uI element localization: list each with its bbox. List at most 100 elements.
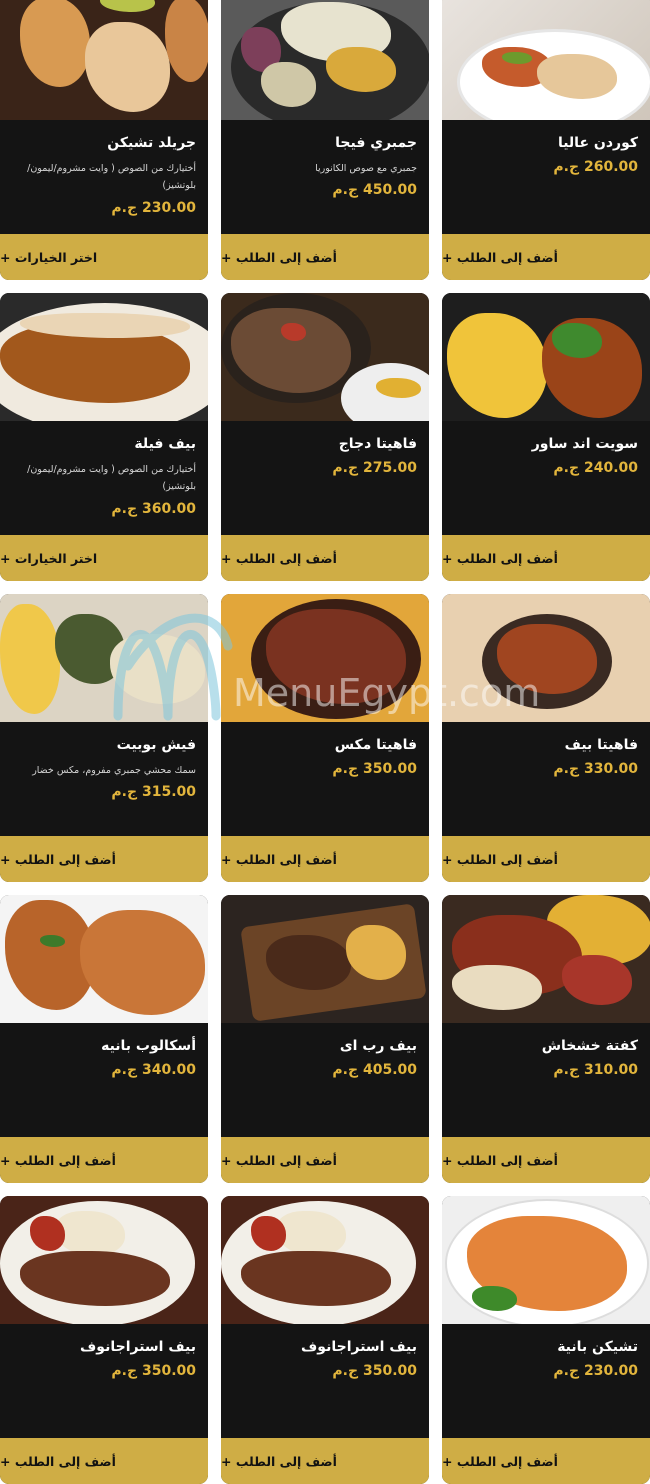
dish-photo[interactable] bbox=[442, 293, 650, 421]
add-to-order-button[interactable]: أضف إلى الطلب + bbox=[221, 1137, 429, 1183]
dish-name[interactable]: كوردن عاليا bbox=[452, 135, 638, 151]
menu-item-card: جمبري فيجا جمبري مع صوص الكانوريا 450.00 ج… bbox=[221, 0, 429, 280]
add-to-order-button[interactable]: أضف إلى الطلب + bbox=[442, 836, 650, 882]
dish-name[interactable]: فاهيتا مكس bbox=[231, 737, 417, 753]
price-value: 260.00 bbox=[583, 159, 638, 175]
price-value: 340.00 bbox=[141, 1062, 196, 1078]
dish-name[interactable]: فاهيتا بيف bbox=[452, 737, 638, 753]
dish-name[interactable]: فيش بوبيت bbox=[10, 737, 196, 753]
dish-description: جمبري مع صوص الكانوريا bbox=[315, 163, 417, 174]
button-label: أضف إلى الطلب + bbox=[221, 550, 337, 566]
price-currency: ج.م bbox=[111, 501, 138, 517]
button-label: أضف إلى الطلب + bbox=[442, 249, 558, 265]
dish-name[interactable]: سويت اند ساور bbox=[452, 436, 638, 452]
menu-grid: كوردن عاليا 260.00 ج.م أضف إلى الطلب + جمب… bbox=[0, 0, 650, 1484]
menu-item-card: سويت اند ساور 240.00 ج.م أضف إلى الطلب + bbox=[442, 293, 650, 581]
menu-item-card: بيف استراجانوف 350.00 ج.م أضف إلى الطلب + bbox=[0, 1196, 208, 1484]
add-to-order-button[interactable]: أضف إلى الطلب + bbox=[442, 1438, 650, 1484]
add-to-order-button[interactable]: أضف إلى الطلب + bbox=[0, 1137, 208, 1183]
dish-name[interactable]: بيف فيلة bbox=[10, 436, 196, 452]
price-value: 330.00 bbox=[583, 761, 638, 777]
add-to-order-button[interactable]: أضف إلى الطلب + bbox=[221, 535, 429, 581]
button-label: أضف إلى الطلب + bbox=[442, 1453, 558, 1469]
dish-photo[interactable] bbox=[0, 293, 208, 421]
dish-price: 240.00 ج.م bbox=[553, 460, 638, 476]
dish-photo[interactable] bbox=[221, 594, 429, 722]
price-value: 350.00 bbox=[141, 1363, 196, 1379]
dish-description: سمك محشي جمبري مفروم، مكس خضار bbox=[32, 765, 196, 776]
add-to-order-button[interactable]: أضف إلى الطلب + bbox=[221, 1438, 429, 1484]
dish-photo[interactable] bbox=[221, 1196, 429, 1324]
price-currency: ج.م bbox=[332, 761, 359, 777]
price-currency: ج.م bbox=[111, 1363, 138, 1379]
price-currency: ج.م bbox=[332, 460, 359, 476]
dish-photo[interactable] bbox=[0, 1196, 208, 1324]
button-label: أضف إلى الطلب + bbox=[442, 550, 558, 566]
price-value: 350.00 bbox=[362, 761, 417, 777]
add-to-order-button[interactable]: أضف إلى الطلب + bbox=[442, 1137, 650, 1183]
price-value: 275.00 bbox=[362, 460, 417, 476]
price-currency: ج.م bbox=[553, 761, 580, 777]
add-to-order-button[interactable]: أضف إلى الطلب + bbox=[221, 836, 429, 882]
dish-photo[interactable] bbox=[442, 594, 650, 722]
dish-price: 360.00 ج.م bbox=[111, 501, 196, 517]
price-value: 360.00 bbox=[141, 501, 196, 517]
dish-name[interactable]: بيف استراجانوف bbox=[10, 1339, 196, 1355]
dish-photo[interactable] bbox=[221, 895, 429, 1023]
dish-name[interactable]: أسكالوب بانيه bbox=[10, 1038, 196, 1054]
dish-name[interactable]: بيف رب اى bbox=[231, 1038, 417, 1054]
menu-item-card: بيف رب اى 405.00 ج.م أضف إلى الطلب + bbox=[221, 895, 429, 1183]
dish-price: 230.00 ج.م bbox=[111, 200, 196, 216]
add-to-order-button[interactable]: أضف إلى الطلب + bbox=[442, 234, 650, 280]
dish-name[interactable]: فاهيتا دجاج bbox=[231, 436, 417, 452]
dish-photo[interactable] bbox=[442, 895, 650, 1023]
price-value: 230.00 bbox=[583, 1363, 638, 1379]
dish-name[interactable]: كفتة خشخاش bbox=[452, 1038, 638, 1054]
price-value: 315.00 bbox=[141, 784, 196, 800]
dish-price: 310.00 ج.م bbox=[553, 1062, 638, 1078]
price-value: 230.00 bbox=[141, 200, 196, 216]
button-label: أضف إلى الطلب + bbox=[442, 1152, 558, 1168]
dish-photo[interactable] bbox=[0, 0, 208, 120]
price-currency: ج.م bbox=[111, 784, 138, 800]
button-label: أضف إلى الطلب + bbox=[221, 249, 337, 265]
dish-photo[interactable] bbox=[442, 1196, 650, 1324]
add-to-order-button[interactable]: أضف إلى الطلب + bbox=[0, 1438, 208, 1484]
menu-item-card: أسكالوب بانيه 340.00 ج.م أضف إلى الطلب + bbox=[0, 895, 208, 1183]
price-currency: ج.م bbox=[553, 1062, 580, 1078]
price-value: 310.00 bbox=[583, 1062, 638, 1078]
menu-item-card: كوردن عاليا 260.00 ج.م أضف إلى الطلب + bbox=[442, 0, 650, 280]
add-to-order-button[interactable]: أضف إلى الطلب + bbox=[0, 836, 208, 882]
add-to-order-button[interactable]: أضف إلى الطلب + bbox=[442, 535, 650, 581]
button-label: أضف إلى الطلب + bbox=[0, 1152, 116, 1168]
dish-price: 350.00 ج.م bbox=[111, 1363, 196, 1379]
menu-item-card: بيف استراجانوف 350.00 ج.م أضف إلى الطلب + bbox=[221, 1196, 429, 1484]
menu-item-card: جريلد تشيكن أختيارك من الصوص ( وايت مشروم… bbox=[0, 0, 208, 280]
dish-price: 230.00 ج.م bbox=[553, 1363, 638, 1379]
dish-name[interactable]: تشيكن بانية bbox=[452, 1339, 638, 1355]
add-to-order-button[interactable]: أضف إلى الطلب + bbox=[221, 234, 429, 280]
dish-photo[interactable] bbox=[442, 0, 650, 120]
dish-price: 405.00 ج.م bbox=[332, 1062, 417, 1078]
dish-name[interactable]: جريلد تشيكن bbox=[10, 135, 196, 151]
dish-photo[interactable] bbox=[221, 293, 429, 421]
price-value: 350.00 bbox=[362, 1363, 417, 1379]
price-currency: ج.م bbox=[553, 1363, 580, 1379]
button-label: أضف إلى الطلب + bbox=[221, 1152, 337, 1168]
dish-name[interactable]: جمبري فيجا bbox=[231, 135, 417, 151]
choose-options-button[interactable]: اختر الخيارات + bbox=[0, 234, 208, 280]
dish-name[interactable]: بيف استراجانوف bbox=[231, 1339, 417, 1355]
dish-price: 350.00 ج.م bbox=[332, 1363, 417, 1379]
choose-options-button[interactable]: اختر الخيارات + bbox=[0, 535, 208, 581]
price-currency: ج.م bbox=[111, 200, 138, 216]
price-currency: ج.م bbox=[332, 1363, 359, 1379]
price-currency: ج.م bbox=[332, 1062, 359, 1078]
dish-photo[interactable] bbox=[0, 895, 208, 1023]
button-label: أضف إلى الطلب + bbox=[221, 1453, 337, 1469]
price-currency: ج.م bbox=[553, 460, 580, 476]
price-currency: ج.م bbox=[553, 159, 580, 175]
price-value: 240.00 bbox=[583, 460, 638, 476]
dish-photo[interactable] bbox=[0, 594, 208, 722]
dish-photo[interactable] bbox=[221, 0, 429, 120]
menu-item-card: فيش بوبيت سمك محشي جمبري مفروم، مكس خضار 3… bbox=[0, 594, 208, 882]
